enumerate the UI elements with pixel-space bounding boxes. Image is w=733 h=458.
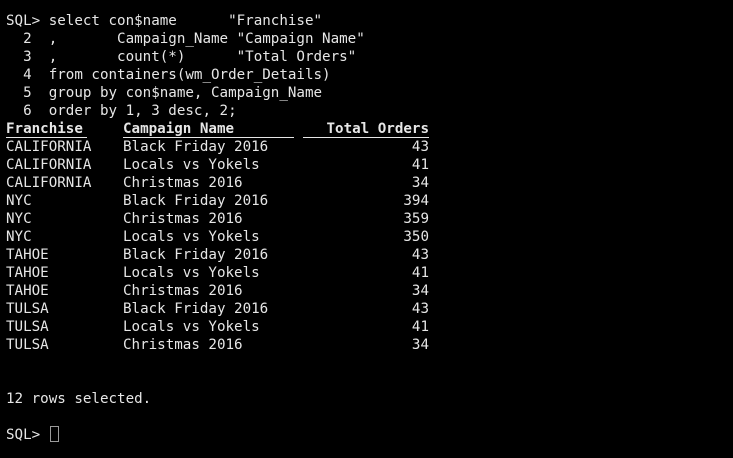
cell-campaign-name: Locals vs Yokels — [123, 265, 260, 281]
cell-franchise: TAHOE — [6, 247, 49, 263]
table-row: TULSA Locals vs Yokels 41 — [6, 318, 726, 336]
table-row: NYC Christmas 2016 359 — [6, 210, 726, 228]
cell-franchise: CALIFORNIA — [6, 157, 92, 173]
header-franchise: Franchise — [6, 121, 83, 137]
cell-franchise: CALIFORNIA — [6, 139, 92, 155]
cell-total-orders: 34 — [411, 283, 429, 299]
cell-franchise: TULSA — [6, 337, 49, 353]
query-line-4: 4 from containers(wm_Order_Details) — [6, 67, 331, 83]
cell-campaign-name: Locals vs Yokels — [123, 319, 260, 335]
cell-total-orders: 43 — [411, 301, 429, 317]
table-row: TULSA Christmas 2016 34 — [6, 336, 726, 354]
terminal-output: SQL> select con$name "Franchise" 2 , Cam… — [6, 12, 726, 444]
table-row: CALIFORNIA Black Friday 2016 43 — [6, 138, 726, 156]
cell-franchise: TAHOE — [6, 283, 49, 299]
cell-franchise: TAHOE — [6, 265, 49, 281]
rows-selected-message: 12 rows selected. — [6, 391, 152, 407]
query-line-5: 5 group by con$name, Campaign_Name — [6, 85, 323, 101]
cell-total-orders: 394 — [403, 193, 429, 209]
cell-franchise: NYC — [6, 211, 32, 227]
cell-campaign-name: Locals vs Yokels — [123, 229, 260, 245]
prompt-label: SQL> — [6, 427, 49, 443]
cell-total-orders: 41 — [411, 157, 429, 173]
cell-campaign-name: Christmas 2016 — [123, 175, 243, 191]
cell-campaign-name: Christmas 2016 — [123, 283, 243, 299]
cell-total-orders: 43 — [411, 247, 429, 263]
cell-franchise: TULSA — [6, 301, 49, 317]
table-row: NYC Black Friday 2016 394 — [6, 192, 726, 210]
cell-total-orders: 43 — [411, 139, 429, 155]
cell-total-orders: 34 — [411, 337, 429, 353]
text-cursor[interactable] — [49, 426, 59, 442]
query-line-6: 6 order by 1, 3 desc, 2; — [6, 103, 237, 119]
cell-campaign-name: Black Friday 2016 — [123, 193, 269, 209]
cell-total-orders: 359 — [403, 211, 429, 227]
cell-total-orders: 350 — [403, 229, 429, 245]
cell-total-orders: 41 — [411, 319, 429, 335]
terminal-window[interactable]: { "query": { "lines": [ "SQL> select con… — [0, 0, 733, 458]
table-row: TAHOE Locals vs Yokels 41 — [6, 264, 726, 282]
header-campaign-name: Campaign Name — [123, 121, 235, 137]
query-line-3: 3 , count(*) "Total Orders" — [6, 49, 357, 65]
cell-franchise: TULSA — [6, 319, 49, 335]
cell-campaign-name: Christmas 2016 — [123, 337, 243, 353]
command-prompt-line[interactable]: SQL> — [6, 426, 726, 444]
cell-campaign-name: Locals vs Yokels — [123, 157, 260, 173]
table-row: CALIFORNIA Locals vs Yokels 41 — [6, 156, 726, 174]
header-total-orders: Total Orders — [326, 121, 430, 137]
cell-campaign-name: Black Friday 2016 — [123, 301, 269, 317]
table-row: CALIFORNIA Christmas 2016 34 — [6, 174, 726, 192]
cell-campaign-name: Black Friday 2016 — [123, 139, 269, 155]
cell-total-orders: 41 — [411, 265, 429, 281]
cell-campaign-name: Black Friday 2016 — [123, 247, 269, 263]
cell-franchise: NYC — [6, 193, 32, 209]
table-row: TAHOE Christmas 2016 34 — [6, 282, 726, 300]
table-row: TULSA Black Friday 2016 43 — [6, 300, 726, 318]
query-line-1: SQL> select con$name "Franchise" — [6, 13, 323, 29]
cell-total-orders: 34 — [411, 175, 429, 191]
query-line-2: 2 , Campaign_Name "Campaign Name" — [6, 31, 365, 47]
cell-campaign-name: Christmas 2016 — [123, 211, 243, 227]
table-row: TAHOE Black Friday 2016 43 — [6, 246, 726, 264]
table-row: NYC Locals vs Yokels 350 — [6, 228, 726, 246]
cell-franchise: CALIFORNIA — [6, 175, 92, 191]
cell-franchise: NYC — [6, 229, 32, 245]
result-header-row: Franchise Campaign Name Total Orders — [6, 120, 726, 138]
